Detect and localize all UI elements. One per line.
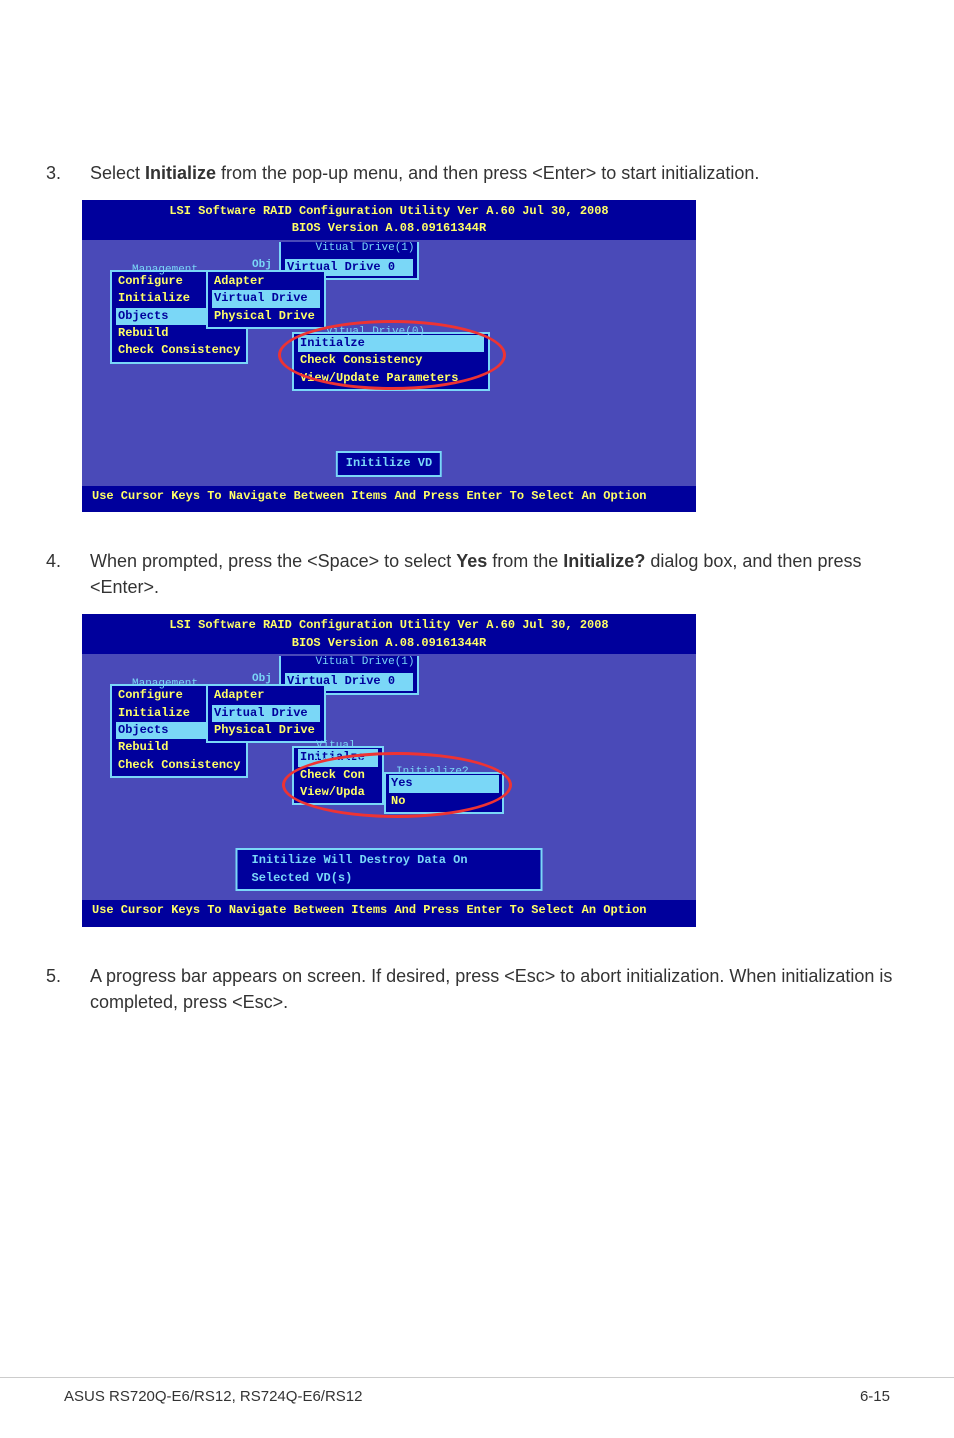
vd0-item-check-1[interactable]: Check Consistency [298, 352, 484, 369]
mgmt-title-1: Management [130, 263, 200, 279]
mgmt-item-check-1[interactable]: Check Consistency [116, 342, 242, 359]
page-footer: ASUS RS720Q-E6/RS12, RS724Q-E6/RS12 6-15 [0, 1377, 954, 1408]
step-5-number: 5. [40, 963, 90, 1015]
confirm-no[interactable]: No [389, 793, 499, 810]
bios-subheader-2: BIOS Version A.08.09161344R [82, 635, 696, 654]
step-3-text-b: from the pop-up menu, and then press <En… [216, 163, 759, 183]
step-5: 5. A progress bar appears on screen. If … [40, 963, 914, 1015]
bios-body-2: Obj Vitual Drive(1) Virtual Drive 0 Mana… [82, 654, 696, 899]
vd1-title-2: Vitual Drive(1) [301, 655, 429, 671]
init-vd-button-1[interactable]: Initilize VD [336, 451, 442, 476]
bios-window-1: LSI Software RAID Configuration Utility … [82, 200, 696, 512]
objs-panel-2: Adapter Virtual Drive Physical Drive [206, 684, 326, 743]
bios-screenshot-2: LSI Software RAID Configuration Utility … [82, 614, 914, 926]
bios-subheader-1: BIOS Version A.08.09161344R [82, 220, 696, 239]
step-4-bold-a: Yes [456, 551, 487, 571]
vd0-item-view-1[interactable]: View/Update Parameters [298, 370, 484, 387]
vd0-title-1: Vitual Drive(0) [324, 325, 427, 341]
objs-panel-1: Adapter Virtual Drive Physical Drive [206, 270, 326, 329]
bios-header-1: LSI Software RAID Configuration Utility … [82, 200, 696, 220]
step-4-text-a: When prompted, press the <Space> to sele… [90, 551, 456, 571]
mgmt-item-check-2[interactable]: Check Consistency [116, 757, 242, 774]
objs-item-pd-1[interactable]: Physical Drive [212, 308, 320, 325]
init-vd-button-2[interactable]: Initilize Will Destroy Data On Selected … [236, 848, 543, 891]
page-footer-right: 6-15 [860, 1378, 890, 1408]
step-3-text-a: Select [90, 163, 145, 183]
objs-item-pd-2[interactable]: Physical Drive [212, 722, 320, 739]
step-3: 3. Select Initialize from the pop-up men… [40, 160, 914, 186]
objs-item-adapter-2[interactable]: Adapter [212, 687, 320, 704]
step-5-text: A progress bar appears on screen. If des… [90, 963, 914, 1015]
step-3-number: 3. [40, 160, 90, 186]
step-4-number: 4. [40, 548, 90, 600]
bios-window-2: LSI Software RAID Configuration Utility … [82, 614, 696, 926]
vd0-title-2: Vitual Drive(0) [314, 739, 382, 771]
vd0-item-view-2[interactable]: View/Upda [298, 784, 378, 801]
step-4: 4. When prompted, press the <Space> to s… [40, 548, 914, 600]
confirm-title: Initialize? [394, 765, 471, 781]
step-4-text-b: from the [487, 551, 563, 571]
vd0-panel-2: Vitual Drive(0) Initialze Check Con View… [292, 746, 384, 805]
page-footer-left: ASUS RS720Q-E6/RS12, RS724Q-E6/RS12 [64, 1378, 362, 1408]
step-4-text: When prompted, press the <Space> to sele… [90, 548, 914, 600]
vd1-title-1: Vitual Drive(1) [301, 241, 429, 257]
vd0-panel-1: Vitual Drive(0) Initialze Check Consiste… [292, 332, 490, 391]
bios-footer-2: Use Cursor Keys To Navigate Between Item… [82, 899, 696, 922]
objs-item-vd-2[interactable]: Virtual Drive [212, 705, 320, 722]
step-3-text: Select Initialize from the pop-up menu, … [90, 160, 914, 186]
step-4-bold-b: Initialize? [563, 551, 645, 571]
bios-footer-1: Use Cursor Keys To Navigate Between Item… [82, 485, 696, 508]
mgmt-title-2: Management [130, 677, 200, 693]
objs-item-vd-1[interactable]: Virtual Drive [212, 290, 320, 307]
objs-item-adapter-1[interactable]: Adapter [212, 273, 320, 290]
bios-screenshot-1: LSI Software RAID Configuration Utility … [82, 200, 914, 512]
bios-header-2: LSI Software RAID Configuration Utility … [82, 614, 696, 634]
bios-body-1: Obj Vitual Drive(1) Virtual Drive 0 Mana… [82, 240, 696, 485]
step-3-bold-a: Initialize [145, 163, 216, 183]
confirm-panel: Initialize? Yes No [384, 772, 504, 814]
